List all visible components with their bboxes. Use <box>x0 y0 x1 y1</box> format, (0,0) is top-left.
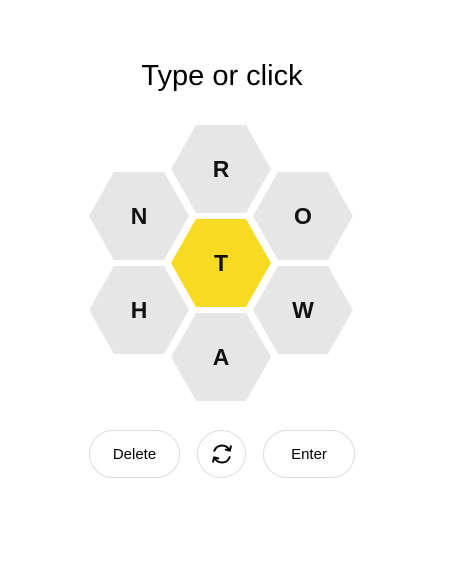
enter-button[interactable]: Enter <box>263 430 355 478</box>
center-letter: T <box>213 250 229 276</box>
shuffle-icon <box>211 444 232 464</box>
hive-cell-center[interactable]: T <box>171 219 271 307</box>
input-prompt: Type or click <box>141 60 303 92</box>
delete-button[interactable]: Delete <box>89 430 180 478</box>
shuffle-button[interactable] <box>197 430 246 478</box>
